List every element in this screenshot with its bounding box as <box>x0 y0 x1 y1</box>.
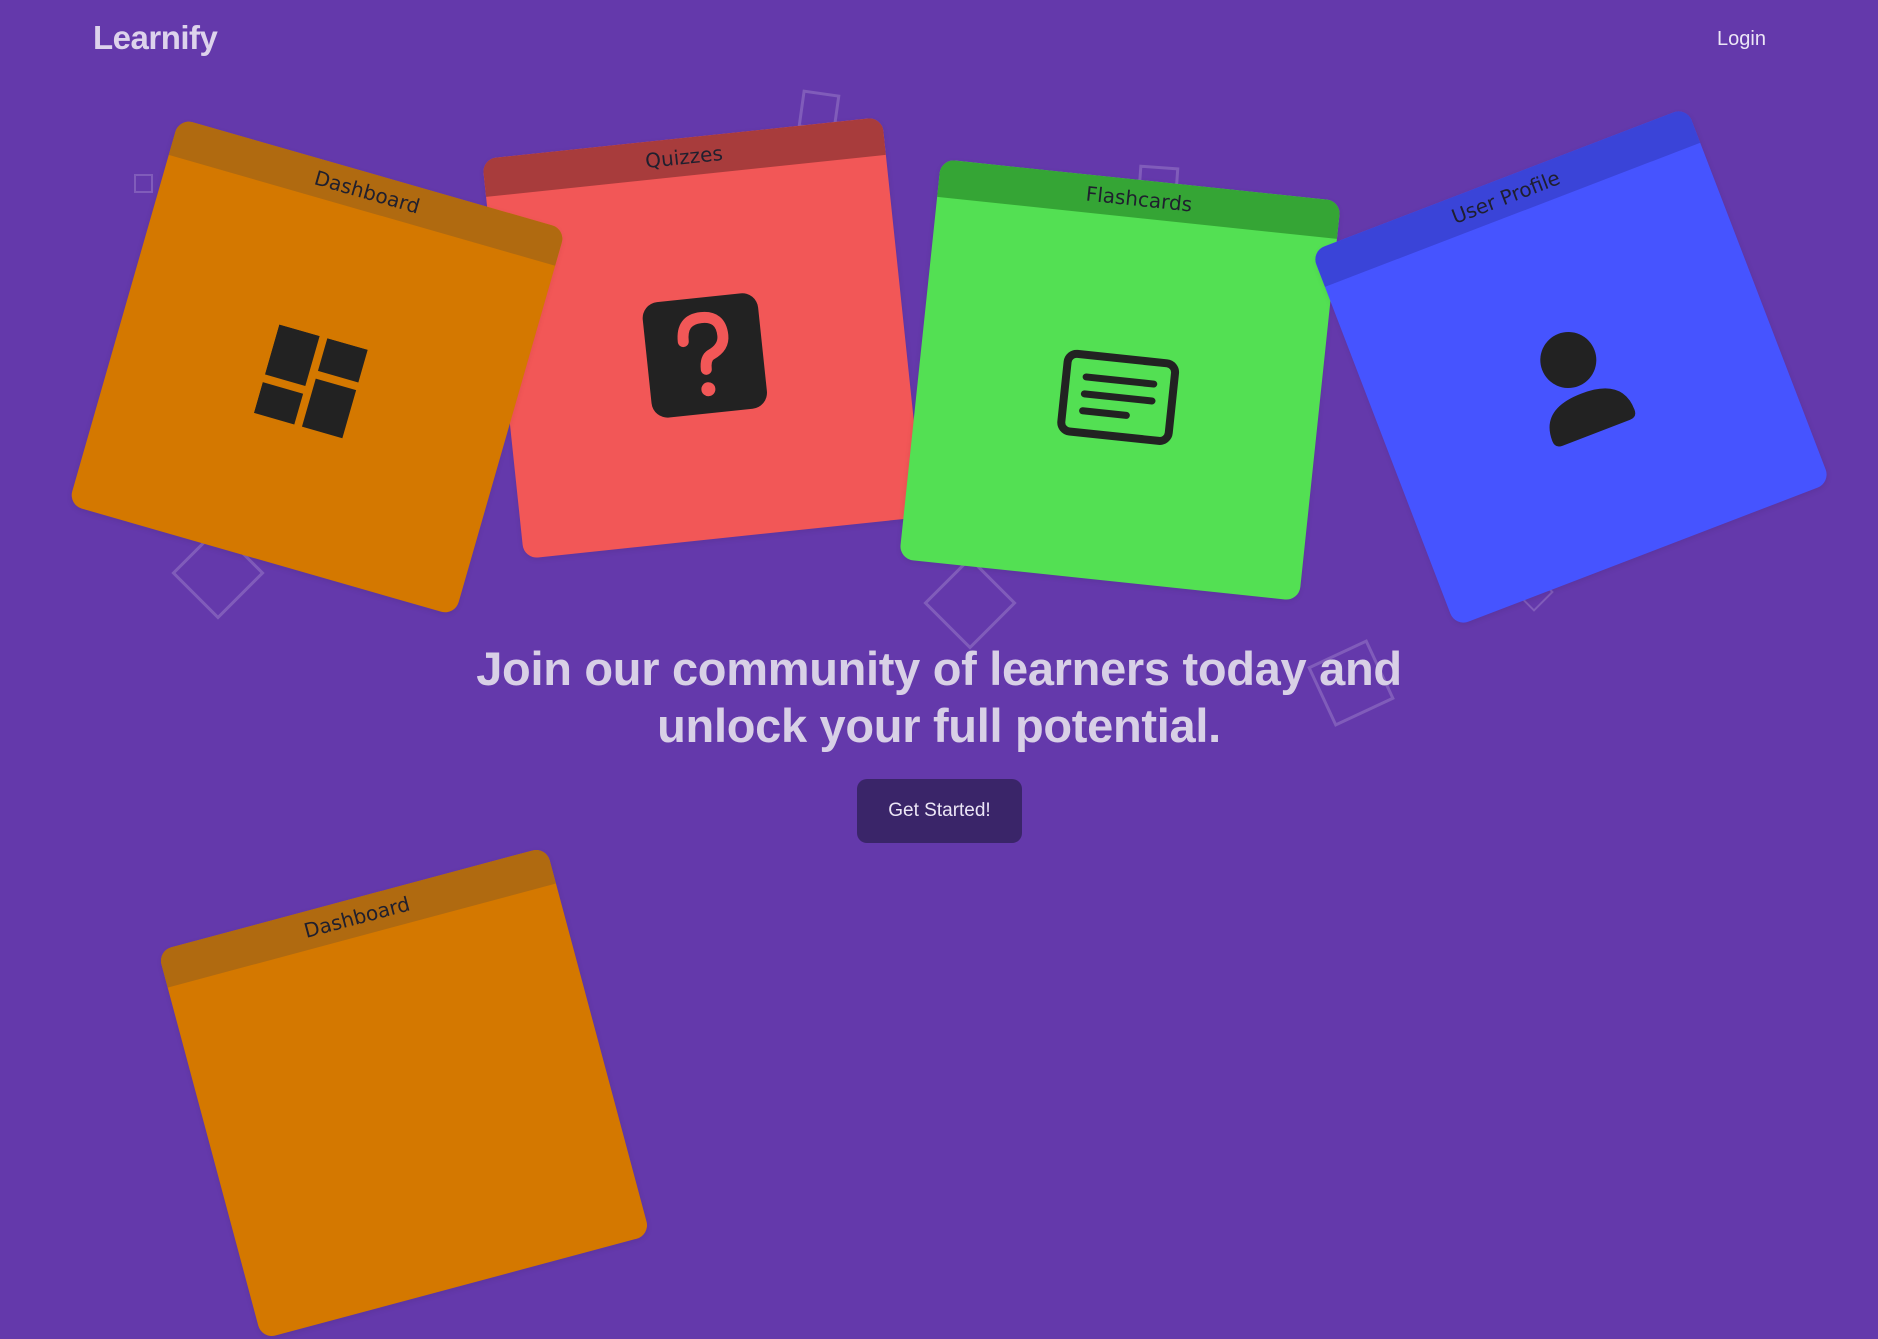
navbar: Learnify Login <box>0 0 1878 80</box>
hero-headline-line2: unlock your full potential. <box>657 699 1221 752</box>
card-flashcards[interactable]: Flashcards <box>899 159 1341 601</box>
card-quizzes[interactable]: Quizzes <box>482 117 924 559</box>
decorative-square <box>134 174 153 193</box>
card-quizzes-header: Quizzes <box>482 117 886 197</box>
card-quizzes-title: Quizzes <box>644 141 724 173</box>
question-mark-icon <box>639 290 771 427</box>
card-dashboard-title: Dashboard <box>311 165 423 219</box>
hero-headline: Join our community of learners today and… <box>339 640 1539 754</box>
card-dashboard-partial-header: Dashboard <box>157 846 556 988</box>
card-dashboard-partial[interactable]: Dashboard <box>157 846 651 1339</box>
hero-headline-line1: Join our community of learners today and <box>476 642 1402 695</box>
dashboard-grid-icon <box>251 324 371 449</box>
brand-logo[interactable]: Learnify <box>93 19 218 57</box>
card-user-profile[interactable]: User Profile <box>1311 107 1831 627</box>
decorative-square <box>923 556 1017 650</box>
card-user-profile-title: User Profile <box>1448 165 1564 229</box>
user-icon <box>1511 314 1646 457</box>
card-flashcards-title: Flashcards <box>1084 181 1194 217</box>
card-user-profile-header: User Profile <box>1311 107 1701 287</box>
flashcard-icon <box>1053 346 1182 453</box>
card-dashboard-partial-title: Dashboard <box>301 891 413 943</box>
login-link[interactable]: Login <box>1717 28 1766 51</box>
get-started-button[interactable]: Get Started! <box>857 779 1022 843</box>
